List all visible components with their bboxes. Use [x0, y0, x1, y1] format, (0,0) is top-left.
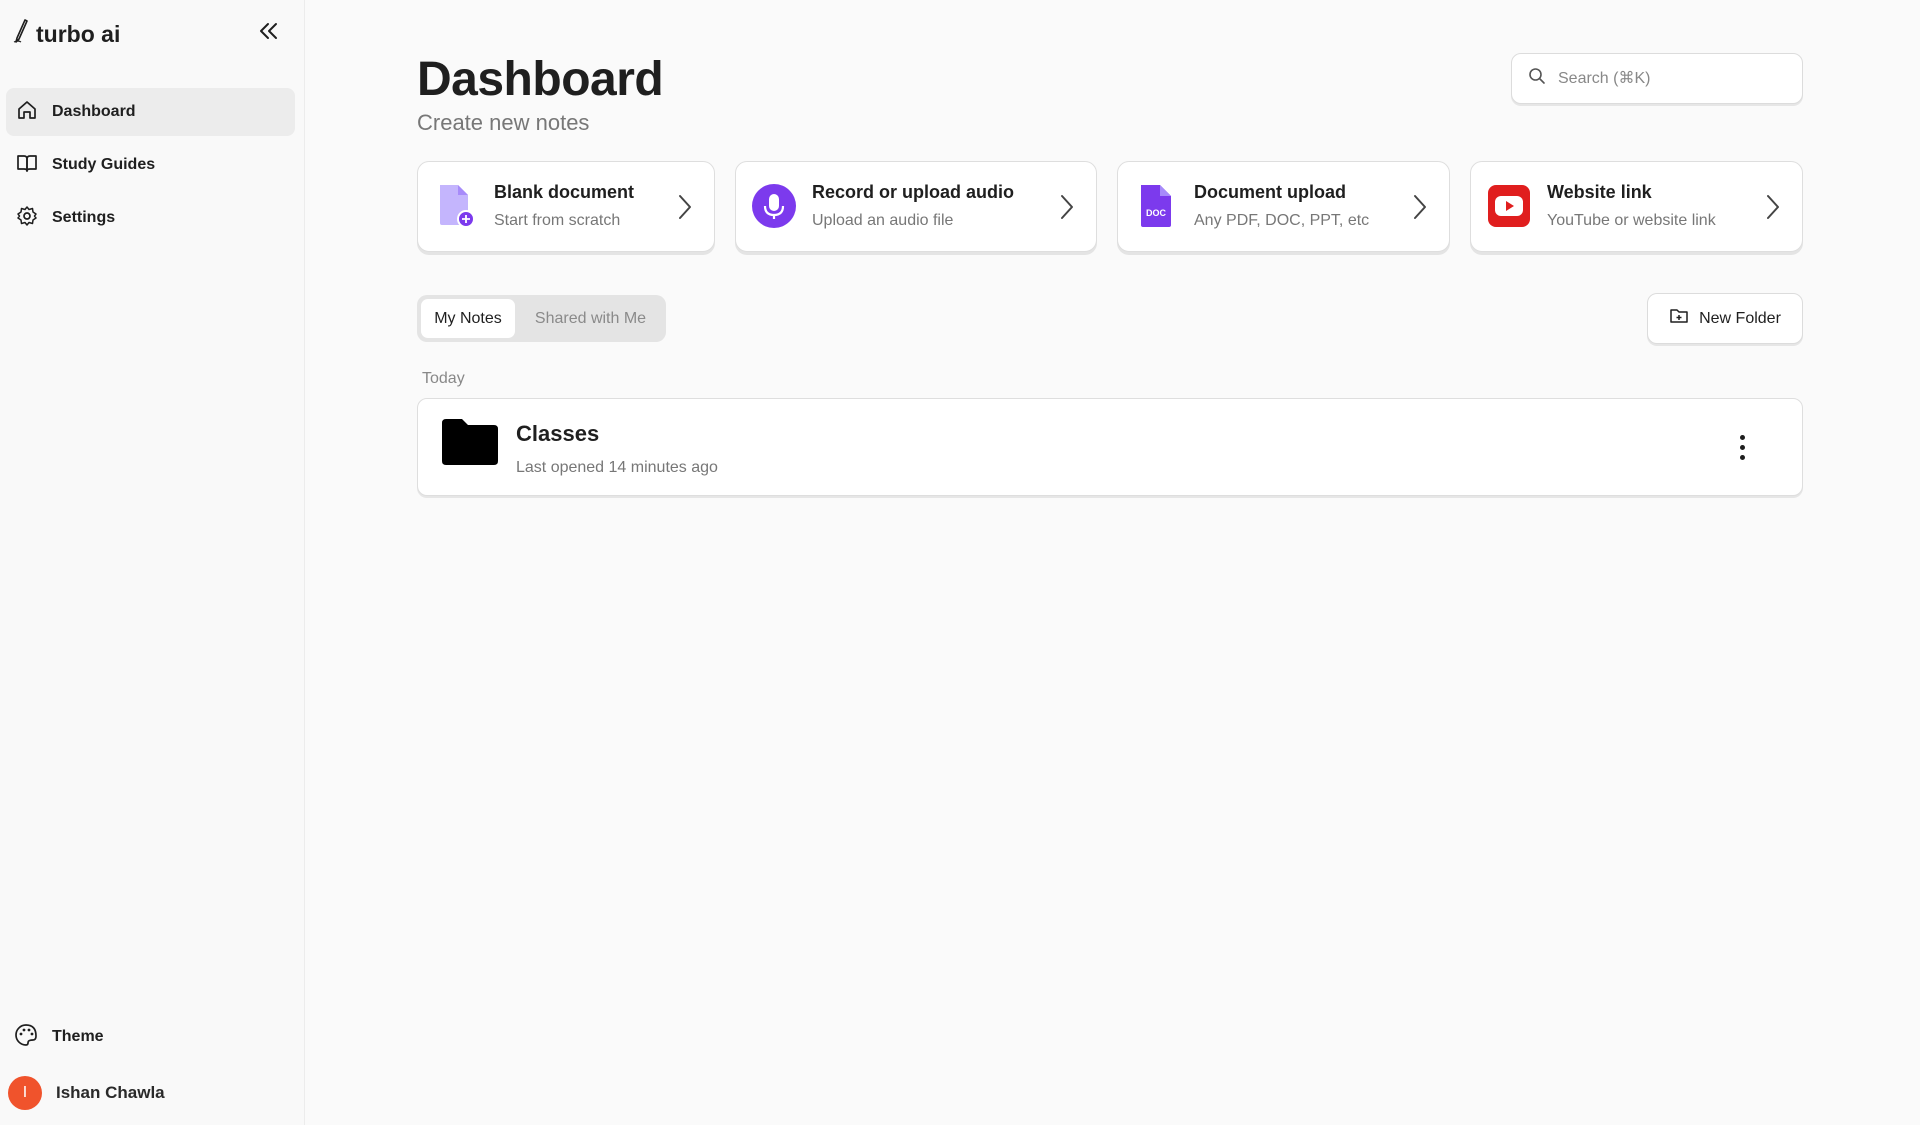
card-text: Document upload Any PDF, DOC, PPT, etc: [1194, 182, 1369, 230]
search-box: [1511, 53, 1803, 104]
card-title: Website link: [1547, 182, 1652, 202]
card-subtitle: Upload an audio file: [812, 212, 954, 229]
sidebar-item-settings[interactable]: Settings: [6, 194, 295, 242]
folder-plus-icon: [1669, 307, 1689, 330]
sidebar-item-dashboard[interactable]: Dashboard: [6, 88, 295, 136]
card-title: Document upload: [1194, 182, 1346, 202]
theme-button[interactable]: Theme: [6, 1013, 295, 1061]
more-options-button[interactable]: [1732, 430, 1752, 464]
book-icon: [16, 152, 38, 179]
sidebar: turbo ai Dashboard Study Guides Settings…: [0, 0, 305, 1125]
folder-last-opened: Last opened 14 minutes ago: [516, 459, 718, 476]
card-subtitle: Start from scratch: [494, 212, 621, 229]
page-title: Dashboard: [417, 53, 664, 106]
search-input[interactable]: [1558, 69, 1788, 88]
folder-name: Classes: [516, 421, 600, 446]
microphone-icon: [750, 182, 798, 230]
chevron-right-icon: [1413, 194, 1427, 225]
blank-document-card[interactable]: Blank document Start from scratch: [417, 161, 715, 252]
list-item[interactable]: Classes Last opened 14 minutes ago: [417, 398, 1803, 496]
folder-icon: [442, 419, 498, 470]
page-subtitle: Create new notes: [417, 110, 590, 135]
card-text: Record or upload audio Upload an audio f…: [812, 182, 1014, 230]
document-upload-card[interactable]: DOC Document upload Any PDF, DOC, PPT, e…: [1117, 161, 1450, 252]
notes-tabs: My Notes Shared with Me: [417, 295, 666, 342]
youtube-icon: [1485, 182, 1533, 230]
sidebar-item-label: Settings: [52, 209, 116, 226]
card-subtitle: YouTube or website link: [1547, 212, 1716, 229]
theme-label: Theme: [52, 1028, 104, 1045]
website-link-card[interactable]: Website link YouTube or website link: [1470, 161, 1803, 252]
user-name: Ishan Chawla: [56, 1083, 165, 1102]
tab-shared-with-me[interactable]: Shared with Me: [519, 299, 662, 338]
tab-my-notes[interactable]: My Notes: [421, 299, 515, 338]
doc-icon-label: DOC: [1146, 208, 1167, 218]
sidebar-item-label: Study Guides: [52, 156, 156, 173]
search-icon: [1528, 67, 1546, 90]
blank-document-icon: [432, 182, 480, 230]
doc-file-icon: DOC: [1132, 182, 1180, 230]
section-label-today: Today: [422, 370, 465, 387]
chevron-right-icon: [1060, 194, 1074, 225]
new-folder-button[interactable]: New Folder: [1647, 293, 1803, 344]
home-icon: [16, 99, 38, 126]
card-text: Website link YouTube or website link: [1547, 182, 1716, 230]
double-chevron-left-icon: [257, 22, 279, 45]
brand-name: turbo ai: [36, 20, 121, 47]
card-subtitle: Any PDF, DOC, PPT, etc: [1194, 212, 1370, 229]
user-profile[interactable]: I Ishan Chawla: [6, 1075, 165, 1111]
card-text: Blank document Start from scratch: [494, 182, 634, 230]
chevron-right-icon: [678, 194, 692, 225]
sidebar-item-study-guides[interactable]: Study Guides: [6, 141, 295, 189]
chevron-right-icon: [1766, 194, 1780, 225]
brand-logo[interactable]: turbo ai: [12, 18, 120, 50]
new-folder-label: New Folder: [1699, 309, 1781, 327]
sidebar-item-label: Dashboard: [52, 103, 136, 120]
gear-icon: [16, 205, 38, 232]
avatar: I: [8, 1076, 42, 1110]
card-title: Blank document: [494, 182, 635, 202]
record-audio-card[interactable]: Record or upload audio Upload an audio f…: [735, 161, 1097, 252]
kebab-menu-icon: [1739, 434, 1745, 440]
collapse-sidebar-button[interactable]: [252, 18, 284, 48]
sidebar-nav: Dashboard Study Guides Settings: [6, 88, 295, 247]
card-title: Record or upload audio: [812, 182, 1015, 202]
palette-icon: [14, 1023, 38, 1052]
pen-logo-icon: [12, 18, 30, 50]
